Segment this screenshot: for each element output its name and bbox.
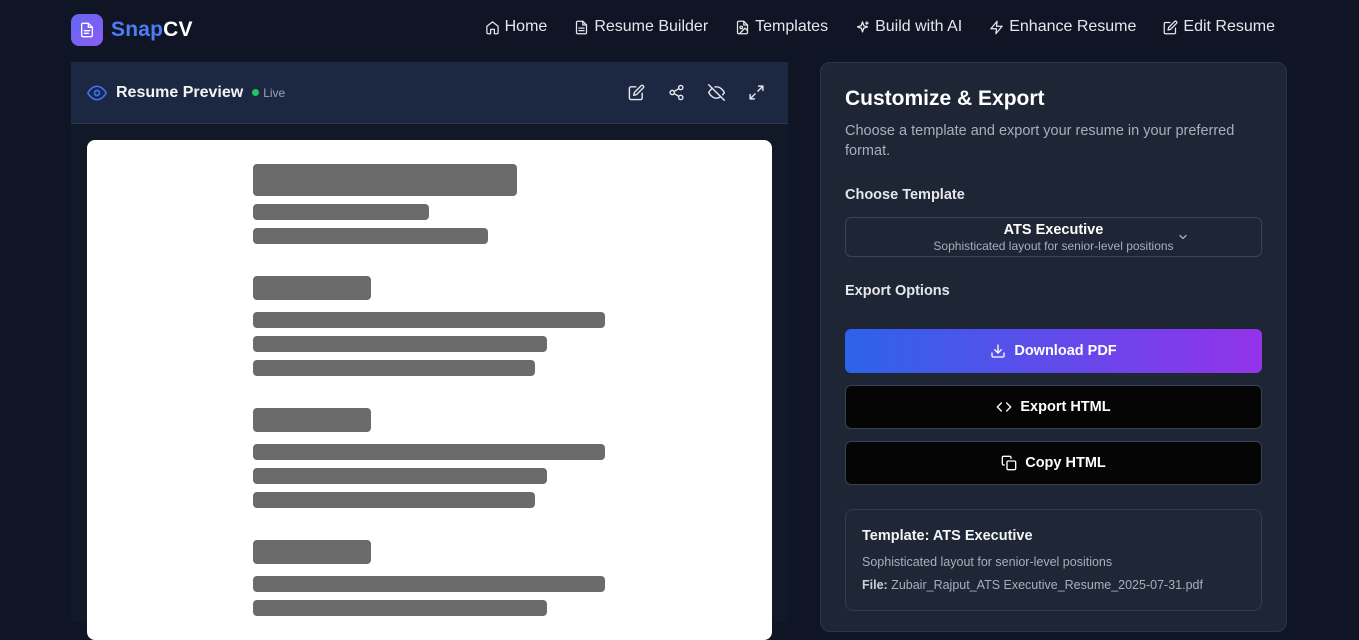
preview-fullscreen-button[interactable] [746,82,766,102]
info-file-label: File: [862,578,888,592]
live-status-dot [252,89,260,96]
preview-actions [626,82,766,102]
nav-resume-builder[interactable]: Resume Builder [574,18,708,36]
export-panel-title: Customize & Export [845,87,1045,110]
nav-enhance-resume[interactable]: Enhance Resume [989,18,1136,36]
skeleton-line [253,492,535,508]
skeleton-line [253,360,535,376]
skeleton-heading [253,408,371,432]
download-pdf-button[interactable]: Download PDF [845,329,1262,373]
preview-hide-button[interactable] [706,82,726,102]
download-icon [991,344,1006,358]
skeleton-heading [253,276,371,300]
skeleton-line [253,600,547,616]
copy-html-button[interactable]: Copy HTML [845,441,1262,485]
nav-build-with-ai[interactable]: Build with AI [855,18,962,36]
nav-enhance-resume-label: Enhance Resume [1009,18,1137,35]
brand-name: SnapCV [111,18,193,41]
export-options-label: Export Options [845,283,950,299]
skeleton-line [253,336,547,352]
share-icon [668,84,684,100]
live-status-label: Live [263,85,286,100]
top-navbar: SnapCV Home Resume Builder Templates Bui… [0,0,1359,60]
nav-templates-label: Templates [755,18,829,35]
skeleton-name [253,164,517,196]
code-icon [997,402,1012,412]
preview-header: Resume Preview Live [71,62,788,124]
skeleton-heading [253,540,371,564]
copy-icon [1001,455,1017,471]
nav-build-with-ai-label: Build with AI [875,18,963,35]
customize-export-panel: Customize & Export Choose a template and… [820,62,1287,632]
copy-html-label: Copy HTML [1025,455,1106,471]
nav-edit-resume-label: Edit Resume [1183,18,1275,35]
preview-share-button[interactable] [666,82,686,102]
nav-edit-resume[interactable]: Edit Resume [1163,18,1275,36]
sparkles-icon [856,20,869,32]
template-info-box: Template: ATS Executive Sophisticated la… [845,509,1262,611]
export-panel-description: Choose a template and export your resume… [845,123,1235,159]
nav-templates[interactable]: Templates [735,18,828,36]
info-file-value: Zubair_Rajput_ATS Executive_Resume_2025-… [891,578,1203,592]
skeleton-line [253,312,605,328]
nav-resume-builder-label: Resume Builder [594,18,709,35]
info-template-title: Template: ATS Executive [862,528,1033,544]
nav-home-label: Home [504,18,548,35]
expand-icon [748,84,764,100]
file-image-icon [737,20,749,34]
resume-preview-panel: Resume Preview Live [71,62,788,640]
nav-home[interactable]: Home [485,18,548,36]
edit-icon [1164,20,1178,34]
lightning-icon [990,20,1003,34]
edit-icon [628,84,644,100]
resume-paper-loading [87,140,772,640]
skeleton-line [253,468,547,484]
info-template-description: Sophisticated layout for senior-level po… [862,555,1113,569]
home-icon [485,20,499,34]
brand-logo[interactable]: SnapCV [71,14,193,46]
skeleton-line [253,228,488,244]
export-html-button[interactable]: Export HTML [845,385,1262,429]
export-html-label: Export HTML [1020,399,1111,415]
skeleton-line [253,576,605,592]
eye-icon [87,85,107,100]
chevron-down-icon [1179,234,1187,240]
choose-template-label: Choose Template [845,187,965,203]
template-select[interactable]: ATS Executive Sophisticated layout for s… [845,217,1262,257]
skeleton-line [253,204,429,220]
selected-template-name: ATS Executive [1003,222,1104,238]
eye-off-icon [707,83,725,101]
document-icon [576,20,588,34]
nav-links: Home Resume Builder Templates Build with… [458,18,1275,36]
preview-edit-button[interactable] [626,82,646,102]
skeleton-line [253,444,605,460]
download-pdf-label: Download PDF [1014,343,1117,359]
info-file-name: File: Zubair_Rajput_ATS Executive_Resume… [862,578,1203,592]
logo-document-icon [71,14,103,46]
selected-template-description: Sophisticated layout for senior-level po… [933,239,1174,253]
preview-title: Resume Preview [116,83,244,101]
